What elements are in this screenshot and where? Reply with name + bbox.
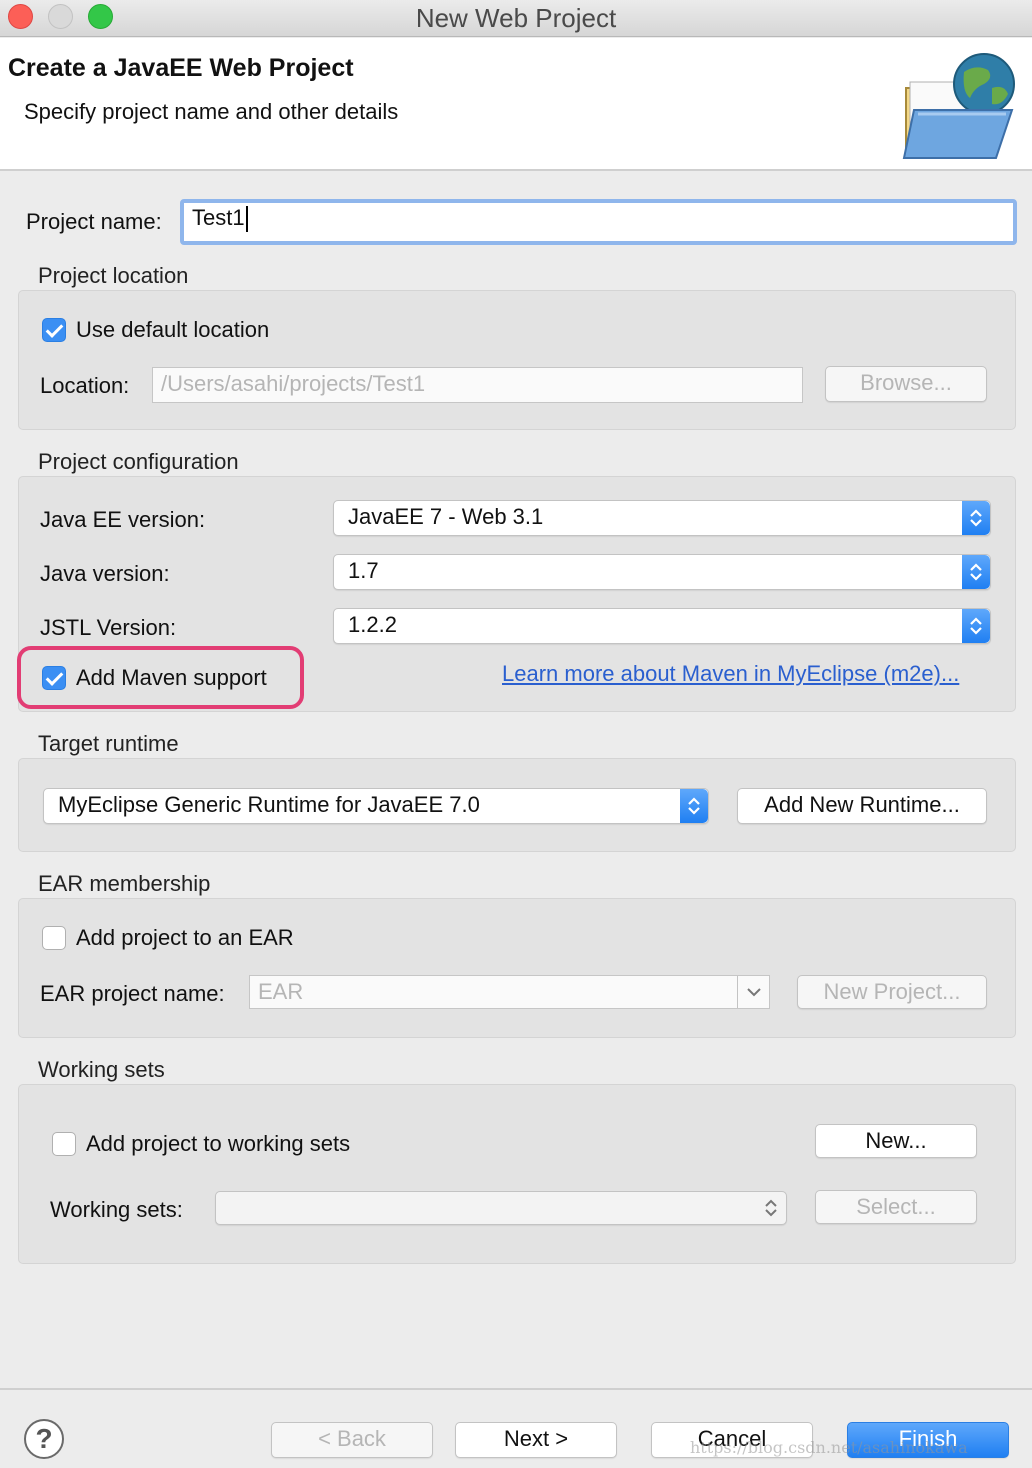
javaee-version-select[interactable]: JavaEE 7 - Web 3.1 xyxy=(333,500,991,536)
location-input[interactable]: /Users/asahi/projects/Test1 xyxy=(152,367,803,403)
working-sets-label: Working sets: xyxy=(50,1197,183,1222)
window-titlebar: New Web Project xyxy=(0,0,1032,37)
java-version-value: 1.7 xyxy=(348,558,379,583)
use-default-location-checkbox[interactable] xyxy=(42,318,66,342)
use-default-location-label: Use default location xyxy=(76,317,270,342)
location-label: Location: xyxy=(40,373,130,398)
back-button[interactable]: < Back xyxy=(271,1422,433,1458)
java-version-label: Java version: xyxy=(40,561,170,586)
add-new-runtime-button[interactable]: Add New Runtime... xyxy=(737,788,987,824)
maven-highlight-annotation xyxy=(17,646,304,709)
browse-button[interactable]: Browse... xyxy=(825,366,987,402)
ear-membership-group xyxy=(18,898,1016,1038)
new-ear-project-button[interactable]: New Project... xyxy=(797,975,987,1009)
add-to-working-sets-label: Add project to working sets xyxy=(86,1131,351,1156)
wizard-header: Create a JavaEE Web Project Specify proj… xyxy=(0,38,1032,171)
ear-project-name-label: EAR project name: xyxy=(40,981,225,1006)
javaee-version-label: Java EE version: xyxy=(40,507,206,532)
javaee-version-value: JavaEE 7 - Web 3.1 xyxy=(348,504,544,529)
next-button[interactable]: Next > xyxy=(455,1422,617,1458)
working-sets-select[interactable] xyxy=(215,1191,787,1225)
wizard-title: Create a JavaEE Web Project xyxy=(8,54,354,82)
ear-membership-group-title: EAR membership xyxy=(38,871,211,896)
watermark-text: https://blog.csdn.net/asahinokawa xyxy=(690,1438,968,1457)
jstl-version-label: JSTL Version: xyxy=(40,615,177,640)
updown-arrows-icon xyxy=(962,501,990,535)
window-title: New Web Project xyxy=(415,3,617,33)
footer-divider xyxy=(0,1388,1032,1390)
add-to-ear-label: Add project to an EAR xyxy=(76,925,294,950)
project-configuration-group-title: Project configuration xyxy=(38,449,239,474)
project-location-group xyxy=(18,290,1016,430)
project-location-group-title: Project location xyxy=(38,263,189,288)
target-runtime-value: MyEclipse Generic Runtime for JavaEE 7.0 xyxy=(58,792,480,817)
java-version-select[interactable]: 1.7 xyxy=(333,554,991,590)
new-working-set-button[interactable]: New... xyxy=(815,1124,977,1158)
project-name-label: Project name: xyxy=(26,209,162,234)
target-runtime-group-title: Target runtime xyxy=(38,731,179,756)
add-to-ear-checkbox[interactable] xyxy=(42,926,66,950)
target-runtime-select[interactable]: MyEclipse Generic Runtime for JavaEE 7.0 xyxy=(43,788,709,824)
web-project-folder-globe-icon xyxy=(902,53,1015,159)
help-icon[interactable]: ? xyxy=(24,1419,64,1459)
ear-project-name-value: EAR xyxy=(258,979,304,1004)
updown-arrows-icon xyxy=(962,555,990,589)
ear-project-name-combo[interactable]: EAR xyxy=(249,975,770,1009)
chevron-down-icon xyxy=(737,976,769,1008)
jstl-version-value: 1.2.2 xyxy=(348,612,397,637)
updown-arrows-icon xyxy=(680,789,708,823)
project-name-input[interactable]: Test1 xyxy=(180,199,1017,245)
project-name-value: Test1 xyxy=(192,205,245,230)
updown-arrows-icon xyxy=(765,1199,777,1217)
working-sets-group-title: Working sets xyxy=(38,1057,165,1082)
add-to-working-sets-checkbox[interactable] xyxy=(52,1132,76,1156)
learn-more-maven-link[interactable]: Learn more about Maven in MyEclipse (m2e… xyxy=(502,661,959,687)
jstl-version-select[interactable]: 1.2.2 xyxy=(333,608,991,644)
wizard-subtitle: Specify project name and other details xyxy=(24,99,399,124)
working-sets-group xyxy=(18,1084,1016,1264)
updown-arrows-icon xyxy=(962,609,990,643)
select-working-sets-button[interactable]: Select... xyxy=(815,1190,977,1224)
text-caret xyxy=(245,206,248,233)
